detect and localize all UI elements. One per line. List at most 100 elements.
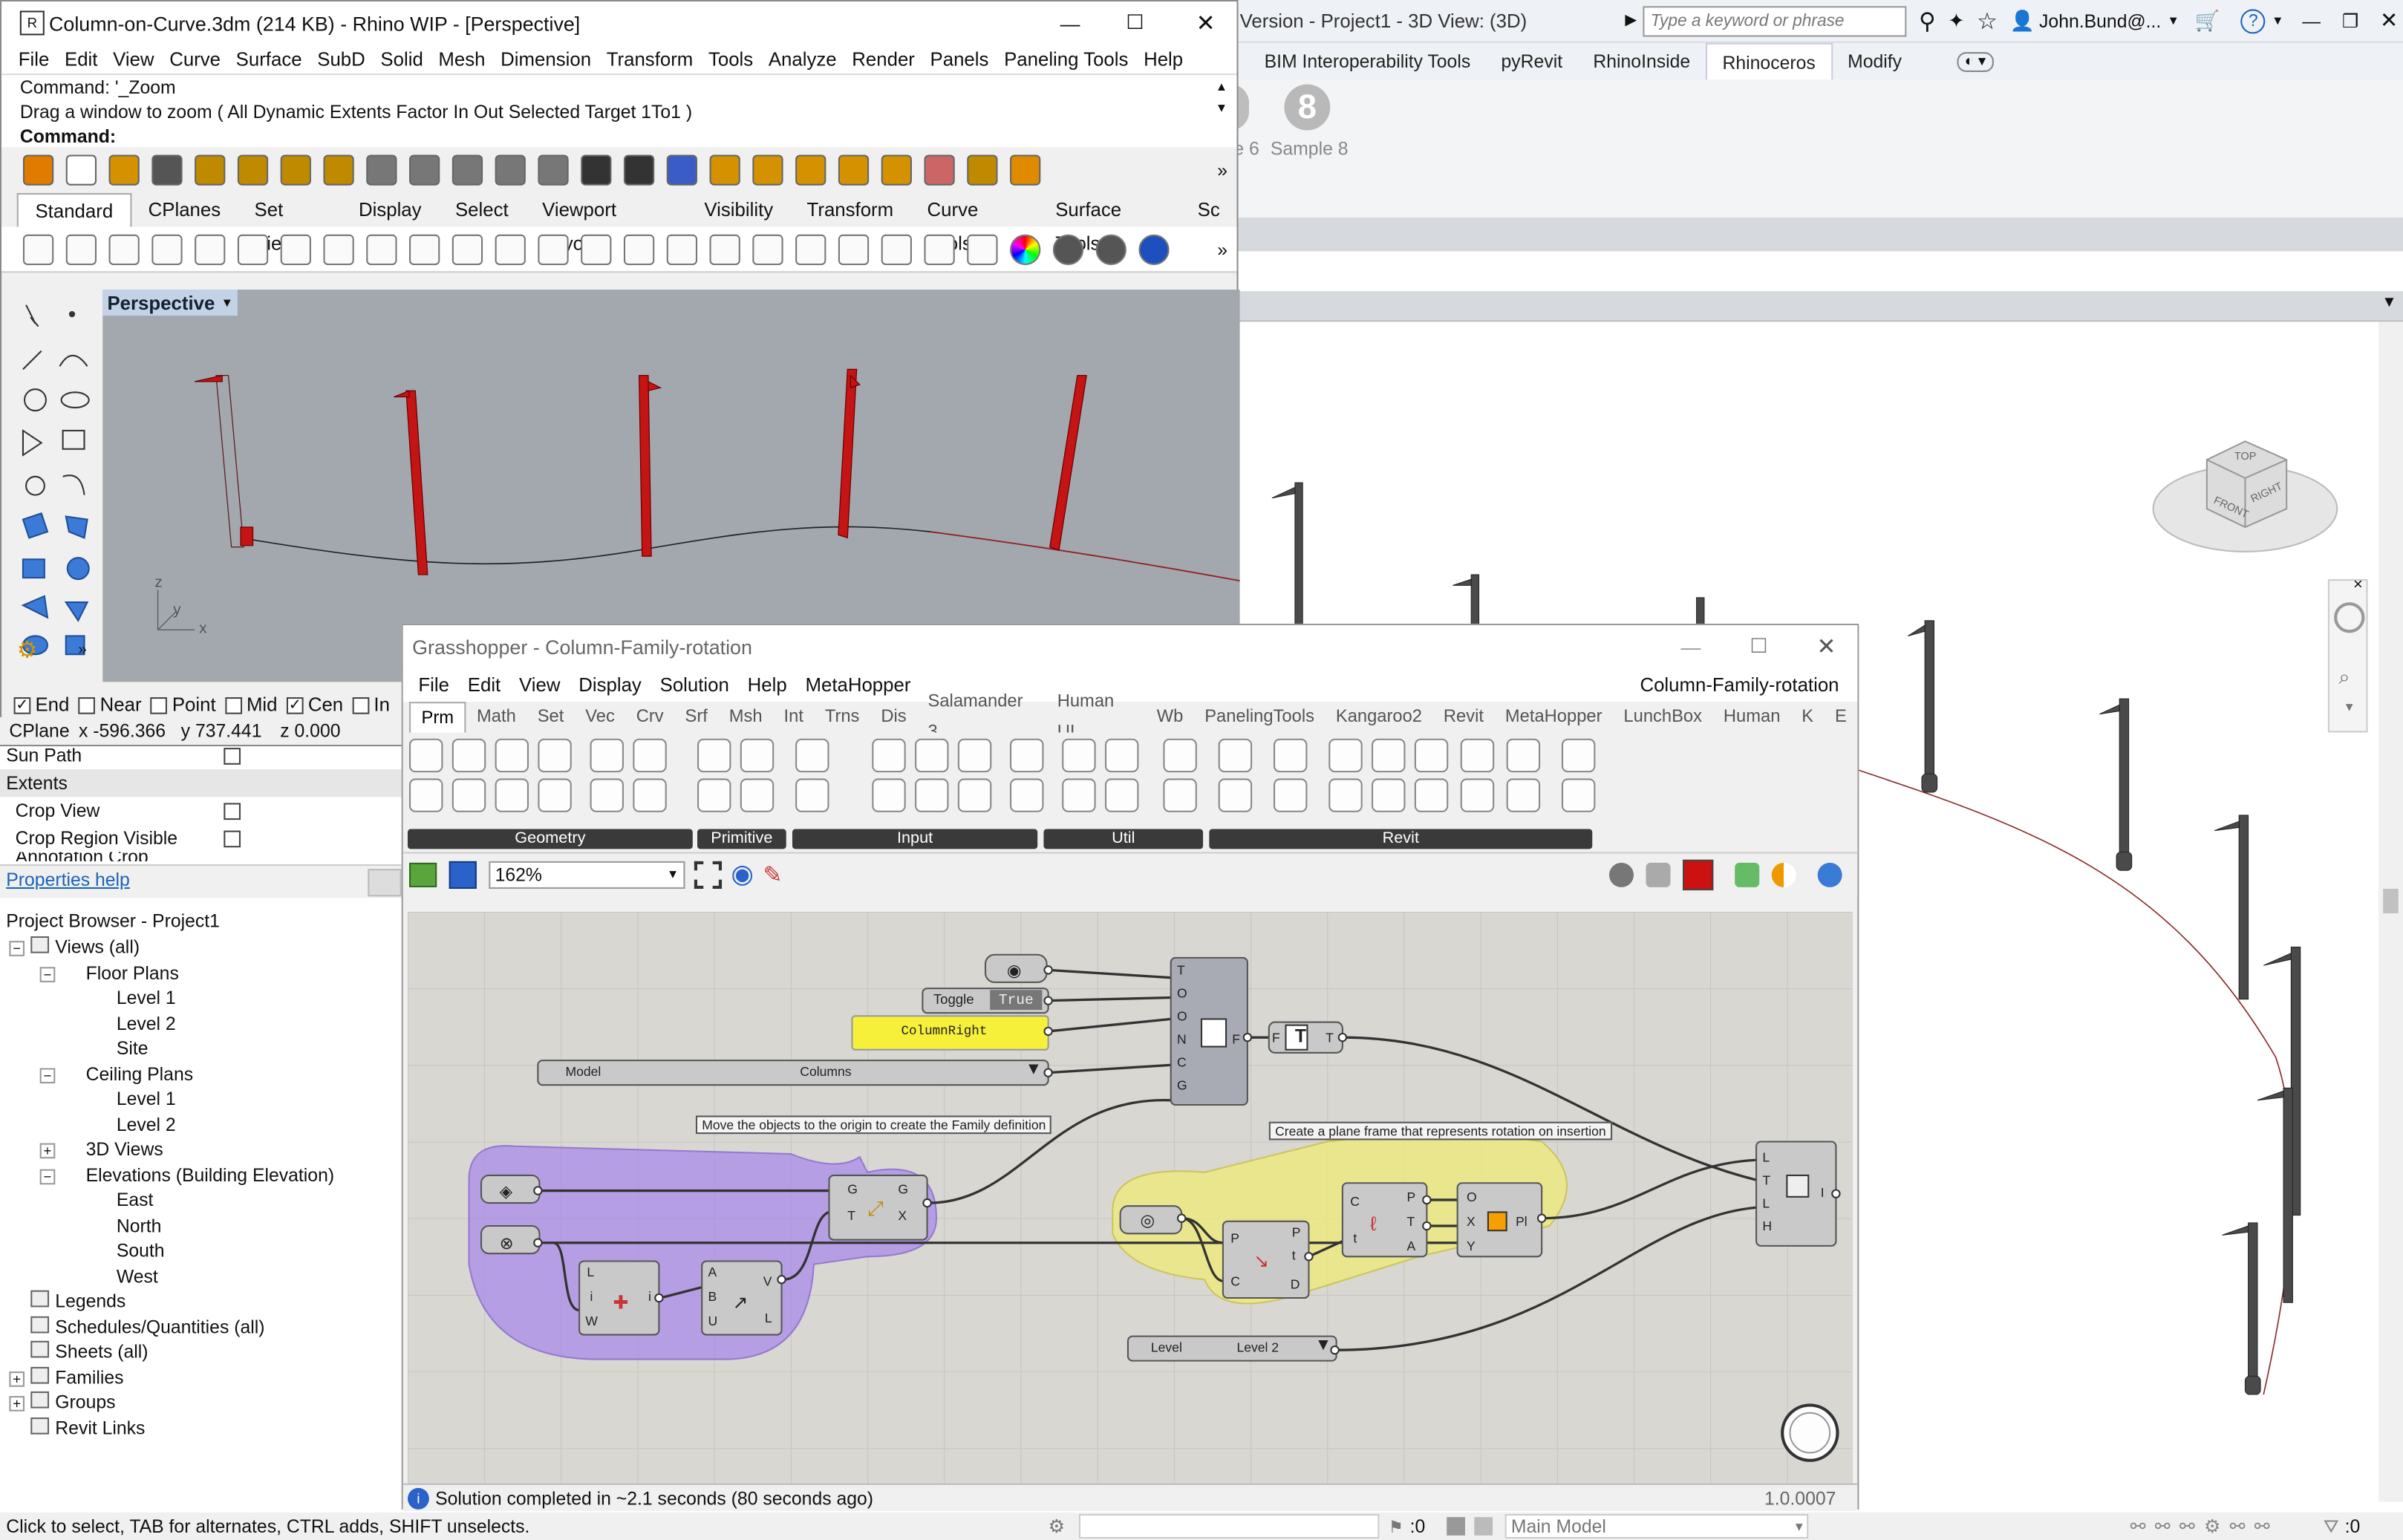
gh-tab-kangaroo2[interactable]: Kangaroo2: [1325, 702, 1432, 732]
sun-path-checkbox[interactable]: [224, 747, 241, 764]
rhino-tool-5-icon[interactable]: [195, 154, 226, 186]
rhino-menu-analyze[interactable]: Analyze: [761, 48, 844, 70]
gh-component-17-1-icon[interactable]: [1218, 738, 1253, 773]
browser-item[interactable]: Level 1: [0, 1086, 402, 1112]
gh-tab-msh[interactable]: Msh: [718, 702, 773, 732]
sample-8-icon[interactable]: 8: [1284, 84, 1331, 131]
rhino-tool-9-icon[interactable]: [366, 154, 397, 186]
gh-tab-dis[interactable]: Dis: [870, 702, 917, 732]
gh-component-8-2-icon[interactable]: [740, 778, 775, 812]
expand-toggle-icon[interactable]: +: [39, 1143, 56, 1159]
navigation-puck-icon[interactable]: [1779, 1402, 1841, 1464]
gh-menu-file[interactable]: File: [409, 674, 458, 696]
gh-panel-util[interactable]: Util: [1043, 829, 1204, 849]
gh-component-15-2-icon[interactable]: [1104, 778, 1139, 812]
model-dropdown-icon[interactable]: ▼: [1793, 1519, 1805, 1533]
gh-component-20-1-icon[interactable]: [1372, 738, 1406, 773]
color-wheel-icon[interactable]: [1010, 233, 1041, 265]
rhino-menu-panels[interactable]: Panels: [922, 48, 997, 70]
standard-toolbar-more-icon[interactable]: »: [1217, 238, 1227, 260]
preview-shaded-icon[interactable]: [1646, 861, 1671, 887]
rhino-tool-21-icon[interactable]: [881, 154, 912, 186]
rhino-tab-curve-tools[interactable]: Curve Tools: [910, 193, 1039, 254]
browser-item[interactable]: Revit Links: [0, 1415, 402, 1441]
cut-icon[interactable]: [237, 233, 269, 265]
rhino-menu-tools[interactable]: Tools: [701, 48, 761, 70]
scrollbar-thumb[interactable]: [2383, 888, 2399, 914]
browser-item[interactable]: + Families: [0, 1365, 402, 1390]
gear-icon[interactable]: ⚙: [17, 636, 38, 664]
preview-eye-icon[interactable]: ◉: [731, 859, 754, 890]
gh-tab-vec[interactable]: Vec: [575, 702, 625, 732]
rhino-menu-edit[interactable]: Edit: [57, 48, 105, 70]
preview-material-icon[interactable]: [1771, 861, 1796, 887]
expand-toggle-icon[interactable]: +: [9, 1396, 25, 1412]
gh-menu-display[interactable]: Display: [570, 674, 651, 696]
gh-component-1-2-icon[interactable]: [409, 778, 443, 812]
preview-mesh-icon[interactable]: [1735, 861, 1760, 887]
expand-toggle-icon[interactable]: −: [39, 1067, 56, 1083]
gh-component-18-2-icon[interactable]: [1274, 778, 1308, 812]
gh-panel-revit[interactable]: Revit: [1209, 829, 1593, 849]
gh-component-9-2-icon[interactable]: [795, 778, 829, 812]
gh-component-21-1-icon[interactable]: [1414, 738, 1449, 773]
rhino-menu-file[interactable]: File: [10, 48, 56, 70]
help-icon[interactable]: ?: [2240, 8, 2266, 33]
zoom-select[interactable]: 162% ▼: [489, 860, 685, 888]
revit-tab-pyrevit[interactable]: pyRevit: [1486, 43, 1578, 80]
sketch-icon[interactable]: ✎: [763, 861, 782, 888]
gh-component-24-2-icon[interactable]: [1561, 778, 1596, 812]
cart-icon[interactable]: 🛒: [2195, 8, 2220, 33]
model-dropdown-icon[interactable]: ▼: [1026, 1060, 1042, 1079]
gh-component-1-1-icon[interactable]: [409, 738, 443, 773]
gh-component-15-1-icon[interactable]: [1104, 738, 1139, 773]
gh-component-2-2-icon[interactable]: [451, 778, 486, 812]
gh-menu-edit[interactable]: Edit: [458, 674, 509, 696]
browser-item[interactable]: − Ceiling Plans: [0, 1061, 402, 1086]
user-dropdown-icon[interactable]: ▼: [2168, 14, 2179, 28]
gh-component-5-1-icon[interactable]: [590, 738, 624, 773]
gh-tab-revit[interactable]: Revit: [1432, 702, 1494, 732]
gh-component-24-1-icon[interactable]: [1561, 738, 1596, 773]
layer-icon[interactable]: [967, 233, 998, 265]
sphere-rendered-icon[interactable]: [1095, 233, 1126, 265]
browser-item[interactable]: Level 2: [0, 1011, 402, 1036]
new-icon[interactable]: [22, 233, 54, 265]
rhino-tab-sc[interactable]: Sc: [1181, 193, 1237, 226]
close-icon[interactable]: ✕: [2380, 7, 2398, 33]
revit-tab-rhinoinside[interactable]: RhinoInside: [1578, 43, 1706, 80]
rhino-tool-11-icon[interactable]: [451, 154, 483, 186]
four-views-icon[interactable]: [709, 233, 740, 265]
gh-component-4-1-icon[interactable]: [538, 738, 572, 773]
paste-icon[interactable]: [323, 233, 354, 265]
gh-panel-primitive[interactable]: Primitive: [697, 829, 786, 849]
rhino-tab-cplanes[interactable]: CPlanes: [131, 193, 238, 226]
print-icon[interactable]: [151, 233, 183, 265]
rhino-tool-1-icon[interactable]: [22, 154, 54, 186]
rhino-menu-paneling-tools[interactable]: Paneling Tools: [997, 48, 1136, 70]
rotate-view-icon[interactable]: [666, 233, 698, 265]
browser-item[interactable]: Sheets (all): [0, 1340, 402, 1365]
open-icon[interactable]: [65, 233, 97, 265]
filter-icon[interactable]: ⛛: [2324, 1515, 2339, 1538]
undo-icon[interactable]: [366, 233, 397, 265]
rhino-tool-6-icon[interactable]: [237, 154, 269, 186]
gh-component-6-1-icon[interactable]: [633, 738, 667, 773]
toggle-value[interactable]: True: [990, 990, 1043, 1011]
zoom-selected-icon[interactable]: [623, 233, 655, 265]
osnap-mid[interactable]: Mid: [225, 694, 278, 716]
save-icon[interactable]: [108, 233, 140, 265]
selection-options-icons[interactable]: ⚯⚯⚯⚙⚯⚯: [2130, 1515, 2279, 1537]
gh-component-12-2-icon[interactable]: [957, 778, 992, 812]
gh-component-16-1-icon[interactable]: [1163, 738, 1197, 773]
rhino-tool-2-icon[interactable]: [65, 154, 97, 186]
gh-panel-geometry[interactable]: Geometry: [407, 829, 693, 849]
osnap-cen[interactable]: ✓ Cen: [286, 694, 343, 716]
rhino-menu-subd[interactable]: SubD: [310, 48, 373, 70]
rhino-menu-view[interactable]: View: [105, 48, 162, 70]
gh-tab-int[interactable]: Int: [773, 702, 814, 732]
rhino-tool-15-icon[interactable]: [623, 154, 655, 186]
rhino-tab-viewport-layout[interactable]: Viewport Layout: [525, 193, 687, 254]
gh-component-4-2-icon[interactable]: [538, 778, 572, 812]
gh-tab-wb[interactable]: Wb: [1146, 702, 1193, 732]
